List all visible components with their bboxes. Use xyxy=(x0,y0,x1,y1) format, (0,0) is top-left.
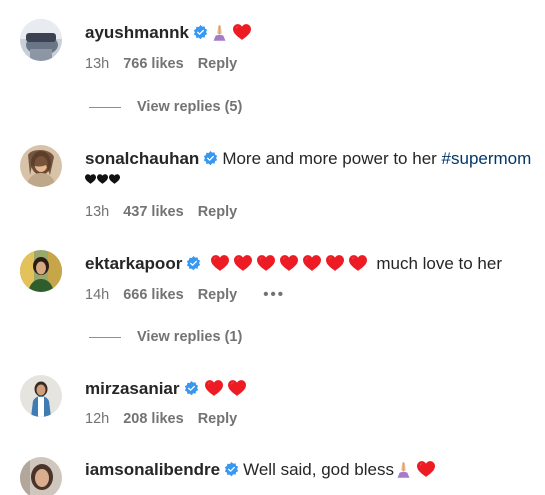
red-heart-icon xyxy=(228,380,246,396)
comment-meta: 14h 666 likes Reply ••• xyxy=(85,286,285,303)
comment-time: 14h xyxy=(85,287,110,303)
comment-meta: 12h 208 likes Reply xyxy=(85,411,237,427)
red-heart-icon xyxy=(417,461,435,477)
comment-meta: 13h 437 likes Reply xyxy=(85,204,237,220)
reply-button[interactable]: Reply xyxy=(198,204,238,220)
comment-meta: 13h 766 likes Reply xyxy=(85,56,237,72)
comment-text: More and more power to her xyxy=(222,149,442,168)
reply-button[interactable]: Reply xyxy=(198,287,238,303)
comments-feed: ayushmannk 13h 766 likes Reply View replie… xyxy=(0,0,545,495)
reply-button[interactable]: Reply xyxy=(198,56,238,72)
comment-time: 12h xyxy=(85,411,110,427)
view-replies-label: View replies (1) xyxy=(137,329,243,345)
avatar[interactable] xyxy=(20,145,62,187)
black-hearts xyxy=(85,170,539,188)
likes-count[interactable]: 208 likes xyxy=(123,411,183,427)
view-replies-button[interactable]: View replies (5) xyxy=(89,99,242,115)
verified-badge-icon xyxy=(224,462,239,477)
verified-badge-icon xyxy=(186,256,201,271)
username[interactable]: ayushmannk xyxy=(85,23,189,42)
username[interactable]: iamsonalibendre xyxy=(85,460,220,479)
hashtag-link[interactable]: #supermom xyxy=(442,149,532,168)
verified-badge-icon xyxy=(184,381,199,396)
comment-time: 13h xyxy=(85,204,110,220)
red-heart-icon xyxy=(349,255,367,271)
praying-hands-icon xyxy=(212,24,227,41)
username[interactable]: ektarkapoor xyxy=(85,254,182,273)
avatar[interactable] xyxy=(20,19,62,61)
more-options-icon[interactable]: ••• xyxy=(263,286,285,303)
red-heart-icon xyxy=(257,255,275,271)
black-heart-icon xyxy=(97,174,108,184)
view-replies-label: View replies (5) xyxy=(137,99,243,115)
black-heart-icon xyxy=(109,174,120,184)
comment-time: 13h xyxy=(85,56,110,72)
red-heart-icon xyxy=(233,24,251,40)
avatar[interactable] xyxy=(20,375,62,417)
avatar[interactable] xyxy=(20,457,62,495)
likes-count[interactable]: 766 likes xyxy=(123,56,183,72)
username[interactable]: mirzasaniar xyxy=(85,379,180,398)
likes-count[interactable]: 437 likes xyxy=(123,204,183,220)
divider-line xyxy=(89,336,121,338)
red-heart-icon xyxy=(205,380,223,396)
red-heart-icon xyxy=(211,255,229,271)
reply-button[interactable]: Reply xyxy=(198,411,238,427)
verified-badge-icon xyxy=(193,25,208,40)
praying-hands-icon xyxy=(396,461,411,478)
comment-text: Well said, god bless xyxy=(243,460,394,479)
red-heart-icon xyxy=(326,255,344,271)
username[interactable]: sonalchauhan xyxy=(85,149,199,168)
avatar[interactable] xyxy=(20,250,62,292)
red-heart-icon xyxy=(303,255,321,271)
black-heart-icon xyxy=(85,174,96,184)
red-heart-icon xyxy=(234,255,252,271)
divider-line xyxy=(89,106,121,108)
likes-count[interactable]: 666 likes xyxy=(123,287,183,303)
red-heart-icon xyxy=(280,255,298,271)
verified-badge-icon xyxy=(203,151,218,166)
comment-text: much love to her xyxy=(376,254,503,273)
view-replies-button[interactable]: View replies (1) xyxy=(89,329,242,345)
